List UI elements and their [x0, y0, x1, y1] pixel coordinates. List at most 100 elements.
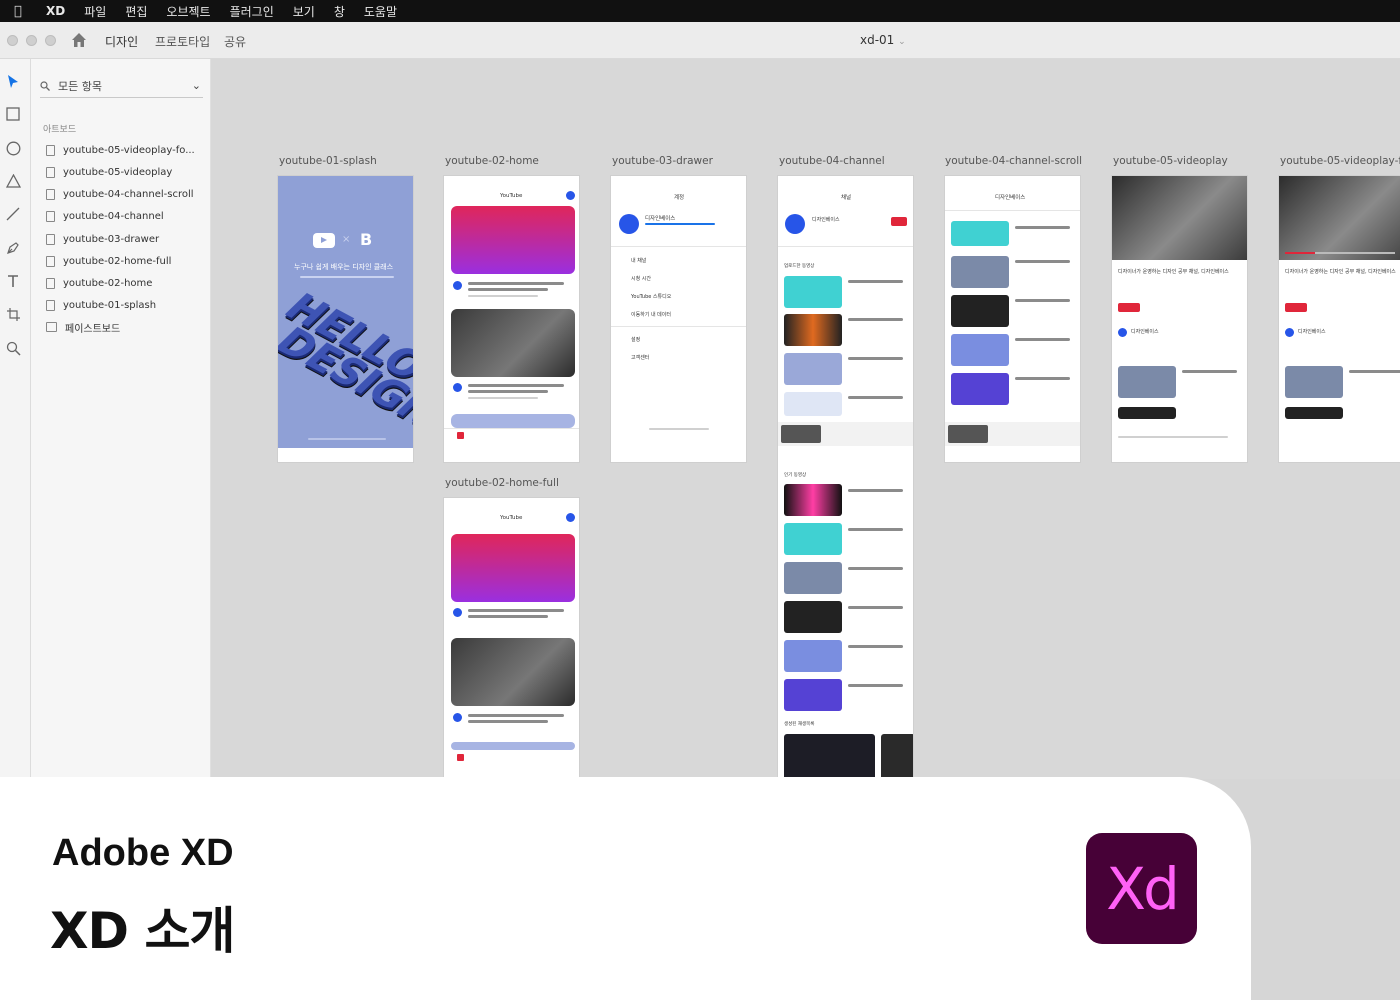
drawer-item: 설정 [631, 337, 641, 343]
video-thumbnail [784, 562, 842, 594]
artboard-videoplay[interactable]: 디자이너가 운영하는 디자인 공부 채널, 디자인베이스 디자인베이스 [1111, 175, 1248, 463]
layer-label: 페이스트보드 [65, 323, 121, 335]
layer-item[interactable]: youtube-03-drawer [46, 231, 159, 247]
subscribe-button [891, 217, 907, 226]
artboard-label[interactable]: youtube-05-videoplay-fo [1280, 155, 1400, 167]
video-title-line [468, 390, 548, 393]
layer-item[interactable]: youtube-01-splash [46, 297, 156, 313]
chevron-down-icon: ⌄ [898, 37, 906, 47]
artboard-label[interactable]: youtube-03-drawer [612, 155, 713, 167]
channel-section: 생성된 재생목록 [784, 722, 815, 727]
artboard-label[interactable]: youtube-01-splash [279, 155, 377, 167]
zoom-window-button[interactable] [45, 35, 56, 46]
menu-object[interactable]: 오브젝트 [166, 3, 210, 20]
menu-help[interactable]: 도움말 [364, 3, 397, 20]
minimize-window-button[interactable] [26, 35, 37, 46]
video-title-line [468, 609, 564, 612]
video-thumbnail [951, 221, 1009, 246]
video-title: 디자이너가 운영하는 디자인 공부 채널, 디자인베이스 [1285, 269, 1396, 275]
video-thumbnail [784, 353, 842, 385]
drawer-item: 내 채널 [631, 258, 647, 264]
layer-label: youtube-04-channel-scroll [63, 188, 194, 200]
layer-item[interactable]: youtube-02-home-full [46, 253, 171, 269]
video-title-line [1015, 226, 1070, 229]
video-title-line [468, 714, 564, 717]
polygon-tool-icon[interactable] [4, 172, 22, 190]
chevron-down-icon[interactable]: ⌄ [192, 79, 201, 92]
menu-file[interactable]: 파일 [84, 3, 106, 20]
layer-item[interactable]: youtube-04-channel [46, 208, 164, 224]
video-title-line [848, 684, 903, 687]
ellipse-tool-icon[interactable] [4, 139, 22, 157]
apple-icon[interactable]:  [14, 4, 46, 19]
artboard-label[interactable]: youtube-04-channel [779, 155, 885, 167]
artboard-splash[interactable]: × B 누구나 쉽게 배우는 디자인 클래스 HELLO DESIGN [277, 175, 414, 463]
avatar [566, 513, 575, 522]
menu-window[interactable]: 창 [334, 3, 345, 20]
drawer-name: 디자인베이스 [645, 216, 676, 222]
menu-view[interactable]: 보기 [293, 3, 315, 20]
select-tool-icon[interactable] [4, 73, 22, 91]
tab-share[interactable]: 공유 [224, 33, 246, 50]
artboard-label[interactable]: youtube-05-videoplay [1113, 155, 1228, 167]
text-tool-icon[interactable] [4, 272, 22, 290]
video-title-line [1015, 377, 1070, 380]
artboard-videoplay-fo[interactable]: 디자이너가 운영하는 디자인 공부 채널, 디자인베이스 디자인베이스 [1278, 175, 1400, 463]
artboard-channel-scroll[interactable]: 디자인베이스 [944, 175, 1081, 463]
video-thumbnail [784, 679, 842, 711]
layer-item[interactable]: youtube-02-home [46, 275, 152, 291]
video-title-line [848, 489, 903, 492]
pen-tool-icon[interactable] [4, 239, 22, 257]
artboard-label[interactable]: youtube-02-home [445, 155, 539, 167]
video-thumbnail [451, 638, 575, 706]
video-player [1279, 176, 1400, 260]
channel-header: 채널 [841, 195, 852, 201]
layer-label: youtube-05-videoplay-fo... [63, 144, 195, 156]
avatar [453, 608, 462, 617]
video-thumbnail [784, 523, 842, 555]
tab-design[interactable]: 디자인 [105, 33, 138, 50]
drawer-item: 고객센터 [631, 355, 650, 361]
designbase-logo-icon: B [360, 230, 373, 249]
mini-player [945, 422, 1080, 446]
artboard-channel[interactable]: 채널 디자인베이스 업로드한 동영상 인기 동영상 생성된 재생목록 [777, 175, 914, 779]
video-title-line [848, 528, 903, 531]
video-thumbnail [784, 392, 842, 416]
document-title[interactable]: xd-01 ⌄ [860, 33, 906, 47]
artboard-icon [46, 277, 55, 289]
layer-item[interactable]: youtube-05-videoplay [46, 164, 172, 180]
layer-item[interactable]: youtube-05-videoplay-fo... [46, 142, 195, 158]
artboard-home[interactable]: YouTube [443, 175, 580, 463]
rectangle-tool-icon[interactable] [4, 105, 22, 123]
zoom-tool-icon[interactable] [4, 339, 22, 357]
video-thumbnail [1285, 366, 1343, 398]
artboard-tool-icon[interactable] [4, 305, 22, 323]
design-canvas[interactable]: youtube-01-splash youtube-02-home youtub… [211, 59, 1400, 779]
drawer-header: 계정 [674, 195, 685, 201]
close-window-button[interactable] [7, 35, 18, 46]
menu-plugins[interactable]: 플러그인 [230, 3, 274, 20]
artboard-label[interactable]: youtube-02-home-full [445, 477, 559, 489]
artboard-drawer[interactable]: 계정 디자인베이스 내 채널 시청 시간 YouTube 스튜디오 이동하기 내… [610, 175, 747, 463]
artboard-label[interactable]: youtube-04-channel-scroll [945, 155, 1082, 167]
tab-prototype[interactable]: 프로토타입 [155, 33, 210, 50]
title-bar: 디자인 프로토타입 공유 xd-01 ⌄ [0, 22, 1400, 59]
menu-edit[interactable]: 편집 [125, 3, 147, 20]
line-tool-icon[interactable] [4, 205, 22, 223]
search-input[interactable]: 모든 항목 [58, 78, 192, 94]
window-controls [7, 35, 56, 46]
video-thumbnail [1118, 407, 1176, 419]
playlist-thumbnail [784, 734, 875, 779]
layer-item-pasteboard[interactable]: 페이스트보드 [46, 319, 120, 335]
artboard-home-full[interactable]: YouTube [443, 497, 580, 779]
layer-item[interactable]: youtube-04-channel-scroll [46, 186, 194, 202]
menu-xd[interactable]: XD [46, 4, 65, 18]
android-nav-bar [278, 448, 413, 462]
layer-label: youtube-03-drawer [63, 233, 160, 245]
video-title-line [848, 318, 903, 321]
video-thumbnail [451, 414, 575, 428]
video-title-line [468, 384, 564, 387]
video-title-line [468, 282, 564, 285]
home-icon[interactable] [70, 31, 88, 49]
layers-search[interactable]: 모든 항목 ⌄ [40, 74, 203, 98]
